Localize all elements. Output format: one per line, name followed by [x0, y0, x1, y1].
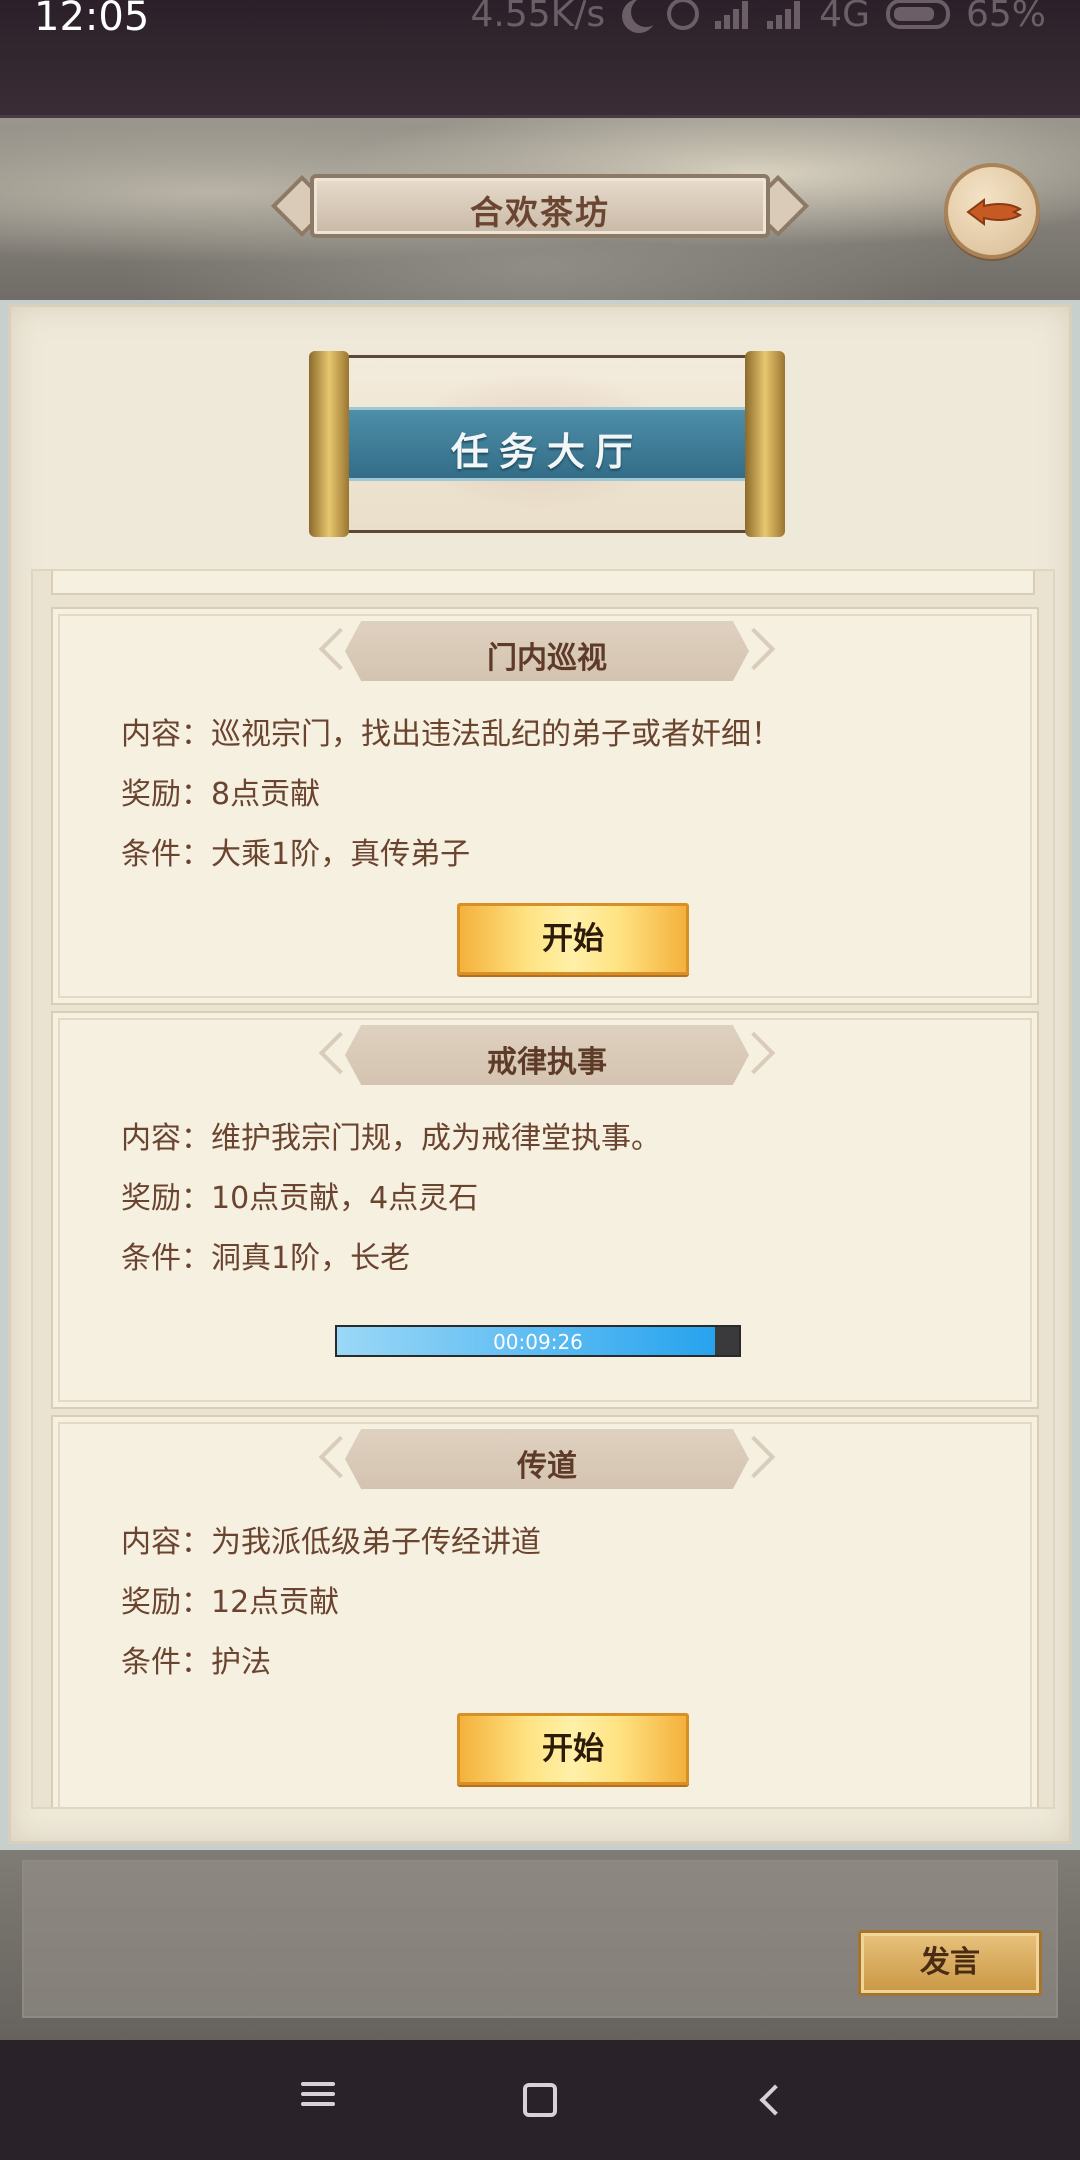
- task-timer: 00:09:26: [493, 1330, 583, 1354]
- send-button[interactable]: 发言: [858, 1930, 1042, 1996]
- status-indicators: 4.55K/s 4G 65%: [470, 0, 1046, 35]
- task-title-plate: 戒律执事: [318, 1025, 776, 1085]
- chat-bar: 发言: [0, 1850, 1080, 2040]
- page-title: 合欢茶坊: [470, 193, 610, 232]
- menu-icon[interactable]: [294, 2076, 342, 2124]
- hall-banner: 任务大厅: [309, 351, 785, 537]
- task-card: 传道 内容：为我派低级弟子传经讲道 奖励：12点贡献 条件：护法 开始: [51, 1415, 1039, 1807]
- task-panel: 任务大厅 门内巡视 内容：巡视宗门，找出违法乱纪的弟子或者奸细！ 奖励：8点贡献…: [8, 304, 1072, 1844]
- navigation-bar: [0, 2040, 1080, 2160]
- task-content: 内容：维护我宗门规，成为戒律堂执事。: [121, 1121, 661, 1156]
- task-content: 内容：巡视宗门，找出违法乱纪的弟子或者奸细！: [121, 717, 781, 752]
- task-title: 门内巡视: [487, 641, 607, 676]
- task-title: 传道: [517, 1449, 577, 1484]
- status-time: 12:05: [34, 0, 150, 40]
- task-reward: 奖励：12点贡献: [121, 1585, 340, 1620]
- back-icon[interactable]: [746, 2076, 794, 2124]
- signal-icon: [715, 0, 751, 29]
- home-icon[interactable]: [516, 2076, 564, 2124]
- panel-frame: 任务大厅 门内巡视 内容：巡视宗门，找出违法乱纪的弟子或者奸细！ 奖励：8点贡献…: [0, 300, 1080, 1850]
- task-content: 内容：为我派低级弟子传经讲道: [121, 1525, 541, 1560]
- task-card: 戒律执事 内容：维护我宗门规，成为戒律堂执事。 奖励：10点贡献，4点灵石 条件…: [51, 1011, 1039, 1409]
- start-button[interactable]: 开始: [457, 1713, 689, 1785]
- task-condition: 条件：洞真1阶，长老: [121, 1241, 411, 1276]
- task-card: 门内巡视 内容：巡视宗门，找出违法乱纪的弟子或者奸细！ 奖励：8点贡献 条件：大…: [51, 607, 1039, 1005]
- back-arrow-icon: [966, 198, 1022, 226]
- signal-icon: [767, 0, 803, 29]
- task-progress-bar: 00:09:26: [335, 1325, 741, 1357]
- task-title-plate: 门内巡视: [318, 621, 776, 681]
- network-speed: 4.55K/s: [470, 0, 606, 35]
- list-item-partial: [51, 571, 1035, 595]
- network-type: 4G: [819, 0, 870, 35]
- start-button[interactable]: 开始: [457, 903, 689, 975]
- do-not-disturb-icon: [631, 0, 661, 27]
- alarm-icon: [667, 0, 700, 30]
- task-reward: 奖励：10点贡献，4点灵石: [121, 1181, 479, 1216]
- battery-icon: [885, 0, 950, 29]
- status-bar: 12:05 4.55K/s 4G 65%: [0, 0, 1080, 118]
- battery-level: 65%: [965, 0, 1046, 35]
- task-title-plate: 传道: [318, 1429, 776, 1489]
- hall-title: 任务大厅: [450, 430, 643, 474]
- task-condition: 条件：护法: [121, 1645, 271, 1680]
- title-plaque: 合欢茶坊: [270, 170, 810, 242]
- back-button[interactable]: [944, 163, 1040, 259]
- task-condition: 条件：大乘1阶，真传弟子: [121, 837, 471, 872]
- header: 合欢茶坊: [0, 118, 1080, 303]
- task-list[interactable]: 门内巡视 内容：巡视宗门，找出违法乱纪的弟子或者奸细！ 奖励：8点贡献 条件：大…: [31, 569, 1055, 1809]
- task-title: 戒律执事: [487, 1045, 607, 1080]
- task-reward: 奖励：8点贡献: [121, 777, 321, 812]
